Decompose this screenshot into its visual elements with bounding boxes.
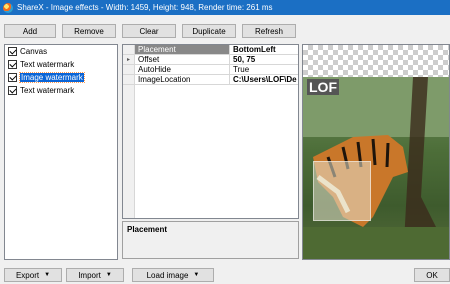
property-value[interactable]: True <box>230 65 298 74</box>
row-gutter <box>123 45 135 54</box>
checkbox-checked[interactable] <box>8 60 17 69</box>
effects-list[interactable]: Canvas Text watermark Image watermark Te… <box>4 44 118 260</box>
chevron-down-icon: ▼ <box>105 272 112 278</box>
list-item-selected[interactable]: Image watermark <box>5 71 117 84</box>
checkbox-checked[interactable] <box>8 73 17 82</box>
chevron-down-icon: ▼ <box>44 272 51 278</box>
property-row[interactable]: ImageLocation C:\Users\LOF\De <box>123 75 298 85</box>
property-row[interactable]: Placement BottomLeft <box>123 45 298 55</box>
sharex-logo-icon <box>3 2 13 13</box>
list-item[interactable]: Text watermark <box>5 58 117 71</box>
property-value[interactable]: BottomLeft <box>230 45 298 54</box>
property-description-panel: Placement <box>122 221 299 259</box>
gutter-fill <box>123 85 135 218</box>
load-image-label: Load image <box>146 270 189 280</box>
window-title: ShareX - Image effects - Width: 1459, He… <box>17 3 273 12</box>
export-dropdown-button[interactable]: Export ▼ <box>4 268 62 282</box>
property-name[interactable]: ImageLocation <box>135 75 230 84</box>
effect-label: Image watermark <box>19 72 85 83</box>
load-image-dropdown-button[interactable]: Load image ▼ <box>132 268 214 282</box>
text-watermark-overlay: LOF <box>307 79 339 95</box>
effect-label: Text watermark <box>20 86 75 95</box>
duplicate-button[interactable]: Duplicate <box>182 24 236 38</box>
refresh-button[interactable]: Refresh <box>242 24 296 38</box>
property-name[interactable]: AutoHide <box>135 65 230 74</box>
list-item[interactable]: Canvas <box>5 45 117 58</box>
description-title: Placement <box>127 225 168 234</box>
property-value[interactable]: C:\Users\LOF\De <box>230 75 298 84</box>
clear-button[interactable]: Clear <box>122 24 176 38</box>
expand-arrow-icon[interactable]: ▸ <box>123 55 135 64</box>
property-name[interactable]: Placement <box>135 45 230 54</box>
property-row[interactable]: AutoHide True <box>123 65 298 75</box>
ok-button[interactable]: OK <box>414 268 450 282</box>
image-watermark-overlay <box>313 161 371 221</box>
effect-label: Text watermark <box>20 60 75 69</box>
row-gutter <box>123 75 135 84</box>
remove-button[interactable]: Remove <box>62 24 116 38</box>
checkbox-checked[interactable] <box>8 86 17 95</box>
add-button[interactable]: Add <box>4 24 56 38</box>
checkbox-checked[interactable] <box>8 47 17 56</box>
image-preview[interactable]: LOF <box>302 44 450 260</box>
property-value[interactable]: 50, 75 <box>230 55 298 64</box>
list-item[interactable]: Text watermark <box>5 84 117 97</box>
effect-label: Canvas <box>20 47 48 56</box>
export-label: Export <box>15 270 40 280</box>
chevron-down-icon: ▼ <box>193 272 200 278</box>
property-grid[interactable]: Placement BottomLeft ▸ Offset 50, 75 Aut… <box>122 44 299 219</box>
property-row[interactable]: ▸ Offset 50, 75 <box>123 55 298 65</box>
row-gutter <box>123 65 135 74</box>
import-dropdown-button[interactable]: Import ▼ <box>66 268 124 282</box>
import-label: Import <box>78 270 101 280</box>
title-bar[interactable]: ShareX - Image effects - Width: 1459, He… <box>0 0 450 15</box>
property-name[interactable]: Offset <box>135 55 230 64</box>
